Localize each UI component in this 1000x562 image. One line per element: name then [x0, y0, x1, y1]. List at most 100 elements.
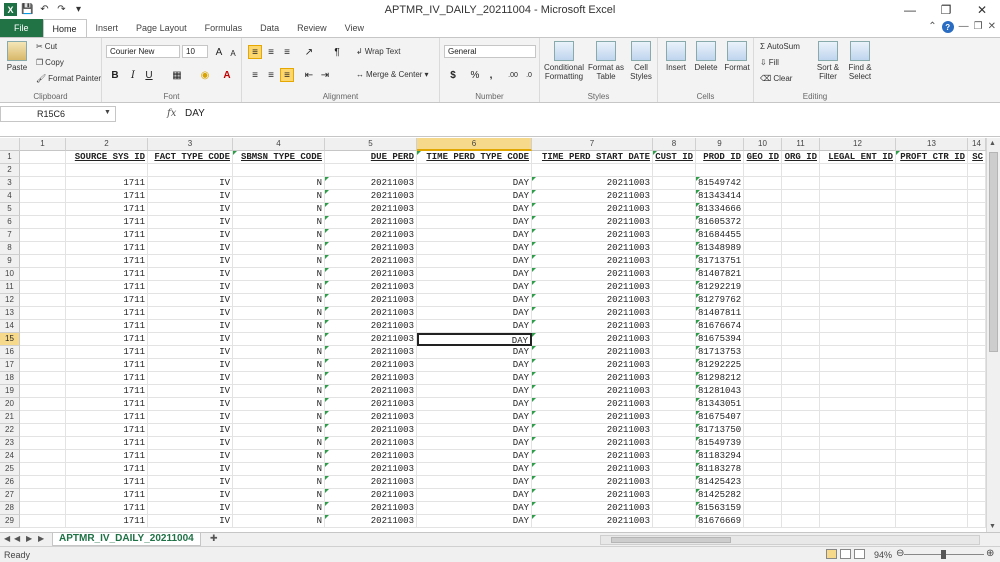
workbook-restore-icon[interactable]: ❐: [974, 21, 983, 33]
table-cell[interactable]: [820, 346, 896, 359]
table-cell[interactable]: 1711: [66, 320, 148, 333]
table-cell[interactable]: [782, 502, 820, 515]
table-cell[interactable]: [20, 216, 66, 229]
tab-insert[interactable]: Insert: [87, 19, 128, 37]
table-cell[interactable]: 20211003: [532, 372, 653, 385]
next-sheet-icon[interactable]: ▶: [26, 534, 32, 543]
table-cell[interactable]: [968, 398, 986, 411]
table-cell[interactable]: 81676669: [696, 515, 744, 528]
table-cell[interactable]: [782, 216, 820, 229]
number-format-select[interactable]: General: [444, 45, 536, 58]
table-cell[interactable]: DAY: [417, 437, 532, 450]
help-icon[interactable]: ?: [941, 21, 954, 33]
table-cell[interactable]: DAY: [417, 346, 532, 359]
row-header[interactable]: 11: [0, 281, 20, 294]
table-cell[interactable]: IV: [148, 255, 233, 268]
table-cell[interactable]: [896, 502, 968, 515]
clear-button[interactable]: ⌫ Clear: [760, 74, 792, 83]
table-cell[interactable]: [896, 385, 968, 398]
insert-cells-button[interactable]: Insert: [662, 41, 690, 72]
table-cell[interactable]: 81675394: [696, 333, 744, 346]
table-cell[interactable]: 20211003: [325, 294, 417, 307]
table-cell[interactable]: [782, 190, 820, 203]
row-header[interactable]: 9: [0, 255, 20, 268]
header-cell[interactable]: DUE PERD: [325, 151, 417, 164]
table-cell[interactable]: [782, 372, 820, 385]
table-cell[interactable]: [20, 437, 66, 450]
table-cell[interactable]: [782, 307, 820, 320]
table-cell[interactable]: [653, 307, 696, 320]
table-cell[interactable]: [744, 450, 782, 463]
table-cell[interactable]: 81713751: [696, 255, 744, 268]
table-cell[interactable]: [20, 346, 66, 359]
table-cell[interactable]: [20, 502, 66, 515]
table-cell[interactable]: DAY: [417, 372, 532, 385]
table-cell[interactable]: [744, 216, 782, 229]
table-cell[interactable]: [896, 346, 968, 359]
column-header[interactable]: 11: [782, 138, 820, 151]
table-cell[interactable]: [20, 398, 66, 411]
table-cell[interactable]: [968, 502, 986, 515]
table-cell[interactable]: [820, 255, 896, 268]
row-header[interactable]: 24: [0, 450, 20, 463]
table-cell[interactable]: [820, 333, 896, 346]
table-cell[interactable]: [744, 281, 782, 294]
table-cell[interactable]: 20211003: [532, 281, 653, 294]
table-cell[interactable]: [820, 398, 896, 411]
table-cell[interactable]: [20, 411, 66, 424]
table-cell[interactable]: [744, 411, 782, 424]
zoom-slider-thumb[interactable]: [941, 550, 946, 559]
spreadsheet-grid[interactable]: 1 2 3 4 5 6 7 8 9 10 11 12 13 14 1 SOURCE SYS ID FACT TY…: [0, 138, 986, 532]
table-cell[interactable]: 1711: [66, 489, 148, 502]
table-cell[interactable]: [744, 502, 782, 515]
increase-indent-icon[interactable]: ⇥: [318, 68, 332, 82]
orientation-icon[interactable]: ↗: [302, 45, 316, 59]
table-cell[interactable]: [968, 411, 986, 424]
table-cell[interactable]: N: [233, 190, 325, 203]
table-cell[interactable]: [744, 463, 782, 476]
table-cell[interactable]: IV: [148, 333, 233, 346]
table-cell[interactable]: [782, 346, 820, 359]
table-cell[interactable]: [744, 177, 782, 190]
table-cell[interactable]: 1711: [66, 242, 148, 255]
cut-button[interactable]: ✂ Cut: [36, 42, 57, 51]
table-cell[interactable]: DAY: [417, 398, 532, 411]
table-cell[interactable]: 1711: [66, 372, 148, 385]
fill-color-icon[interactable]: ◉: [198, 68, 212, 82]
table-cell[interactable]: 1711: [66, 203, 148, 216]
header-cell[interactable]: PROD ID: [696, 151, 744, 164]
table-cell[interactable]: 20211003: [325, 489, 417, 502]
table-cell[interactable]: [20, 476, 66, 489]
table-cell[interactable]: N: [233, 203, 325, 216]
table-cell[interactable]: [744, 203, 782, 216]
table-cell[interactable]: IV: [148, 489, 233, 502]
table-cell[interactable]: [820, 177, 896, 190]
row-header[interactable]: 6: [0, 216, 20, 229]
table-cell[interactable]: [968, 333, 986, 346]
table-cell[interactable]: 20211003: [325, 320, 417, 333]
table-cell[interactable]: [66, 164, 148, 177]
table-cell[interactable]: [744, 437, 782, 450]
table-cell[interactable]: 1711: [66, 411, 148, 424]
table-cell[interactable]: N: [233, 281, 325, 294]
table-cell[interactable]: 1711: [66, 476, 148, 489]
table-cell[interactable]: [896, 320, 968, 333]
table-cell[interactable]: [820, 463, 896, 476]
table-cell[interactable]: 20211003: [325, 281, 417, 294]
table-cell[interactable]: [782, 385, 820, 398]
table-cell[interactable]: 20211003: [532, 359, 653, 372]
table-cell[interactable]: [820, 476, 896, 489]
row-header[interactable]: 1: [0, 151, 20, 164]
table-cell[interactable]: [20, 372, 66, 385]
underline-button[interactable]: U: [142, 68, 156, 82]
table-cell[interactable]: IV: [148, 463, 233, 476]
table-cell[interactable]: [820, 372, 896, 385]
table-cell[interactable]: [653, 346, 696, 359]
table-cell[interactable]: [968, 177, 986, 190]
header-cell[interactable]: SC: [968, 151, 986, 164]
find-select-button[interactable]: Find & Select: [844, 41, 876, 81]
table-cell[interactable]: IV: [148, 294, 233, 307]
table-cell[interactable]: [744, 515, 782, 528]
table-cell[interactable]: [820, 294, 896, 307]
table-cell[interactable]: [744, 359, 782, 372]
